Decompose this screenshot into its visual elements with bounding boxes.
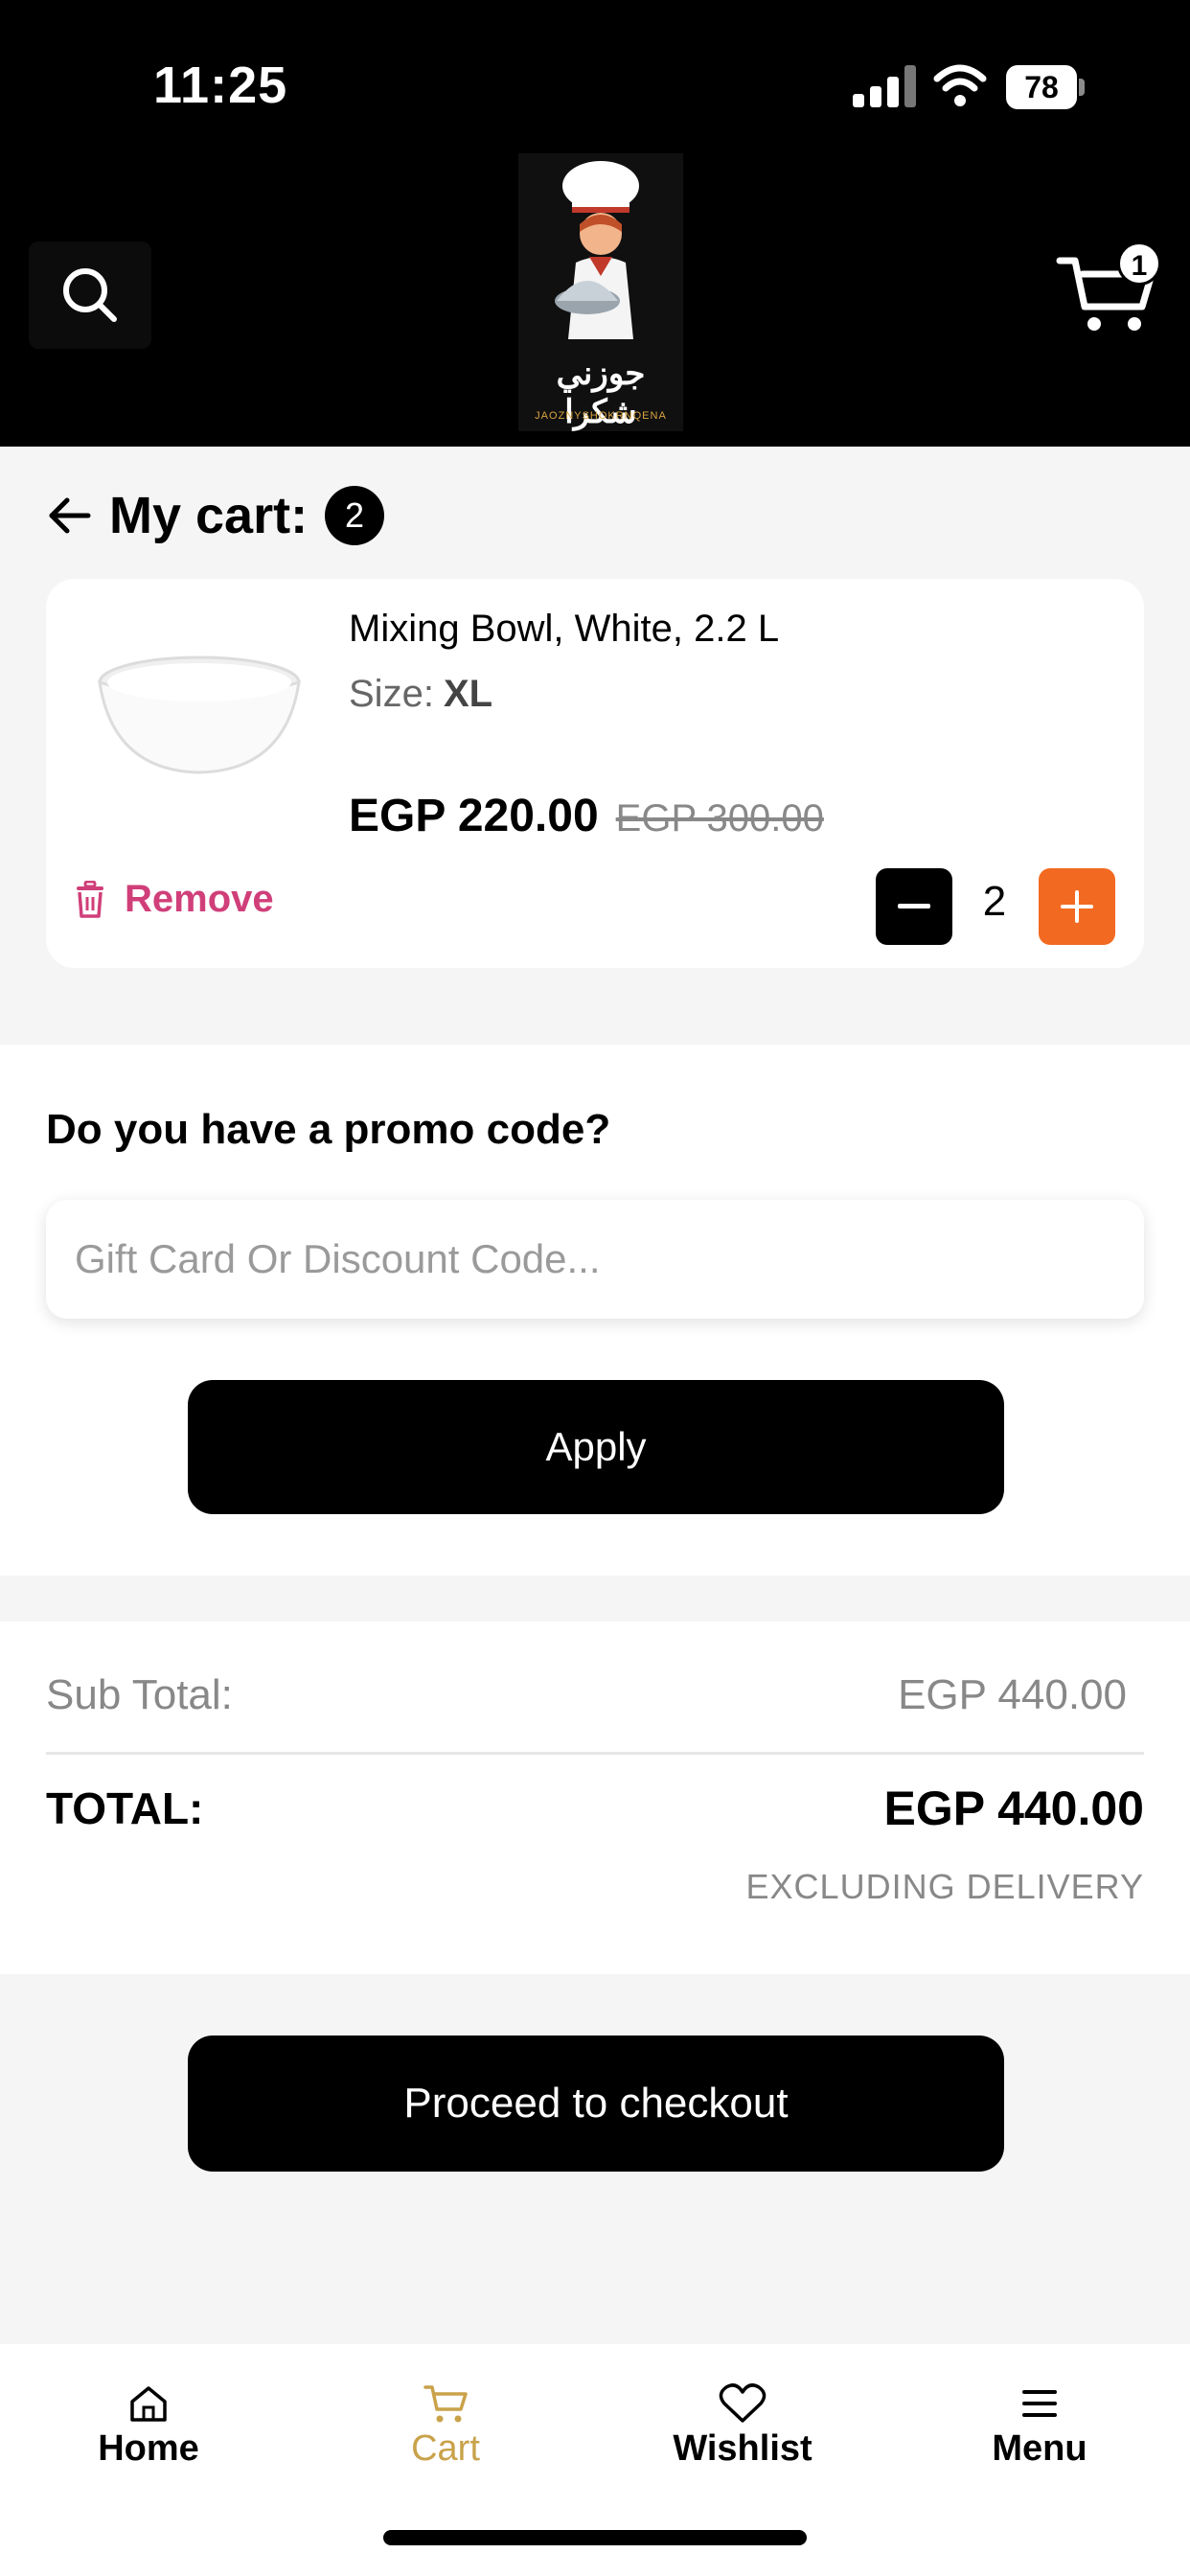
apply-button[interactable]: Apply xyxy=(188,1380,1004,1514)
nav-home-label: Home xyxy=(98,2428,199,2469)
cart-item-card: Mixing Bowl, White, 2.2 L Size: XL EGP 22… xyxy=(46,579,1144,968)
nav-wishlist-label: Wishlist xyxy=(673,2428,812,2469)
increase-quantity-button[interactable] xyxy=(1039,868,1115,945)
promo-title: Do you have a promo code? xyxy=(46,1106,611,1153)
nav-menu[interactable]: Menu xyxy=(925,2382,1155,2470)
cart-count-badge: 1 xyxy=(1117,242,1161,286)
home-indicator xyxy=(383,2530,807,2545)
minus-icon xyxy=(898,904,930,908)
sub-total-label: Sub Total: xyxy=(46,1671,233,1718)
page-title: My cart: xyxy=(109,487,309,544)
size-label: Size: xyxy=(349,673,434,715)
nav-cart-label: Cart xyxy=(411,2428,480,2469)
nav-home[interactable]: Home xyxy=(34,2382,263,2470)
product-size: Size: XL xyxy=(349,673,492,716)
item-count-badge: 2 xyxy=(325,486,385,545)
plus-icon xyxy=(1061,890,1093,923)
product-name[interactable]: Mixing Bowl, White, 2.2 L xyxy=(349,608,779,651)
old-price: EGP 300.00 xyxy=(615,797,824,840)
remove-button[interactable]: Remove xyxy=(75,878,274,921)
chef-illustration xyxy=(555,161,639,339)
current-price: EGP 220.00 xyxy=(349,791,599,841)
cart-icon xyxy=(423,2385,468,2423)
signal-icon xyxy=(853,65,916,107)
home-icon xyxy=(130,2386,167,2422)
delivery-note: EXCLUDING DELIVERY xyxy=(745,1867,1144,1906)
logo-subtext: JAOZNYSHOKRNQENA xyxy=(535,410,667,422)
battery-level: 78 xyxy=(1006,65,1077,109)
price-row: EGP 220.00 EGP 300.00 xyxy=(349,790,824,842)
menu-icon xyxy=(1022,2390,1057,2417)
status-time: 11:25 xyxy=(153,57,288,114)
order-totals: Sub Total: EGP 440.00 TOTAL: EGP 440.00 … xyxy=(0,1622,1190,1974)
divider xyxy=(46,1752,1144,1755)
total-label: TOTAL: xyxy=(46,1783,204,1833)
sub-total-value: EGP 440.00 xyxy=(898,1671,1127,1718)
checkout-button[interactable]: Proceed to checkout xyxy=(188,2036,1004,2172)
promo-code-input[interactable] xyxy=(46,1200,1144,1319)
total-value: EGP 440.00 xyxy=(883,1782,1144,1835)
quantity-value: 2 xyxy=(982,878,1007,925)
promo-section: Do you have a promo code? Apply xyxy=(0,1045,1190,1576)
search-button[interactable] xyxy=(29,242,151,349)
trash-icon xyxy=(77,880,103,918)
nav-wishlist[interactable]: Wishlist xyxy=(628,2382,858,2470)
nav-cart[interactable]: Cart xyxy=(331,2382,561,2470)
decrease-quantity-button[interactable] xyxy=(876,868,952,945)
remove-label: Remove xyxy=(125,878,274,920)
heart-icon xyxy=(719,2383,767,2423)
product-image[interactable] xyxy=(94,646,305,780)
brand-logo[interactable]: جوزني شكرا JAOZNYSHOKRNQENA xyxy=(518,153,683,431)
nav-menu-label: Menu xyxy=(992,2428,1087,2469)
cart-title-row: My cart: 2 xyxy=(46,479,385,552)
back-arrow-icon[interactable] xyxy=(46,492,94,540)
search-icon xyxy=(63,268,117,322)
wifi-icon xyxy=(933,64,987,106)
size-value: XL xyxy=(443,673,493,715)
battery-icon: 78 xyxy=(1006,65,1085,109)
